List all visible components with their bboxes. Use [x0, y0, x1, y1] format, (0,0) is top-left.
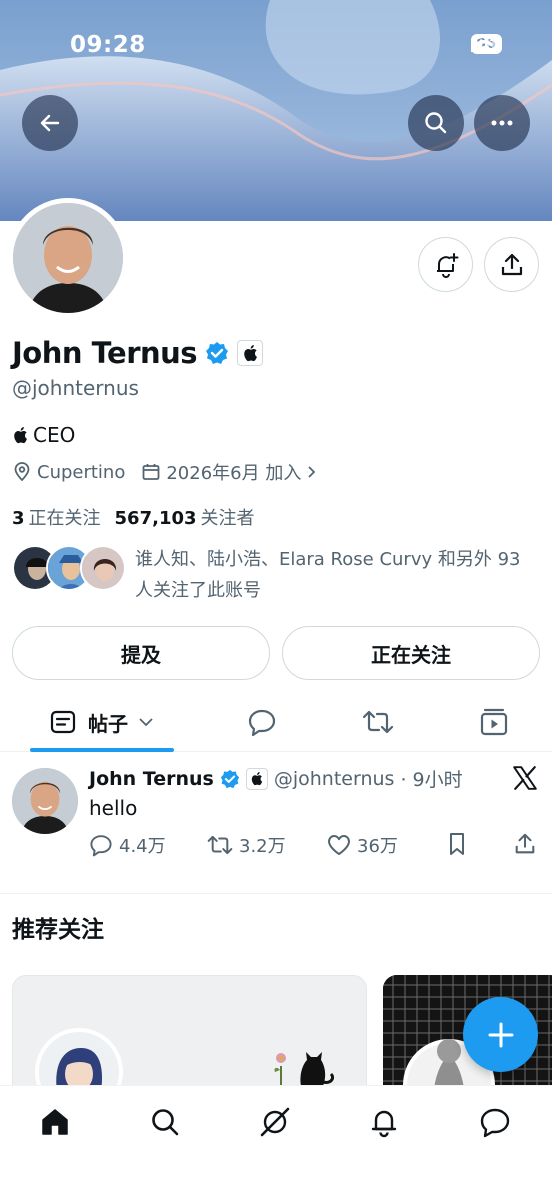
post-time: · 9小时 [400, 769, 463, 791]
search-icon [425, 112, 447, 134]
post-actions: 4.4万 3.2万 36万 [89, 832, 539, 860]
joined-item[interactable]: 2026年6月 加入 [141, 459, 318, 485]
bottom-navigation [0, 1085, 552, 1200]
bookmark-icon [450, 833, 464, 855]
profile-avatar[interactable] [8, 198, 128, 318]
follow-stats: 3 正在关注 567,103 关注者 [12, 504, 255, 530]
tab-posts[interactable]: 帖子 [30, 692, 174, 752]
heart-icon [328, 835, 350, 855]
followers-stat[interactable]: 567,103 关注者 [115, 504, 255, 530]
bio-text: CEO [33, 423, 76, 447]
search-icon [152, 1109, 179, 1136]
profile-tabs: 帖子 [0, 692, 552, 752]
profile-name: John Ternus [12, 336, 198, 370]
known-followers-text[interactable]: 谁人知、陆小浩、Elara Rose Curvy 和另外 93 人关注了此账号 [135, 544, 535, 606]
x-logo [512, 765, 538, 795]
location-text: Cupertino [37, 461, 126, 483]
affiliation-badge [245, 767, 268, 790]
share-post-action[interactable] [513, 832, 537, 856]
known-followers-avatars[interactable] [12, 545, 126, 591]
share-profile-button[interactable] [484, 237, 539, 292]
recommended-title: 推荐关注 [12, 917, 104, 943]
cat-flower-illustration [274, 1052, 335, 1086]
nav-home[interactable] [35, 1102, 75, 1142]
video-icon [480, 708, 508, 736]
share-icon [501, 253, 522, 275]
profile-meta: Cupertino 2026年6月 加入 [12, 459, 334, 485]
repost-count: 3.2万 [239, 836, 286, 857]
profile-bio: CEO [12, 423, 75, 447]
verified-badge-icon[interactable] [205, 341, 229, 365]
compose-button[interactable] [463, 997, 538, 1072]
reply-count: 4.4万 [119, 836, 166, 857]
message-icon [480, 1108, 510, 1138]
followers-label: 关注者 [200, 508, 255, 529]
bookmark-action[interactable] [447, 832, 467, 856]
repost-icon [362, 710, 394, 734]
home-icon [42, 1109, 68, 1135]
reply-bubble-icon [248, 709, 276, 736]
bell-plus-icon [436, 252, 458, 278]
search-button[interactable] [408, 95, 464, 151]
joined-text: 2026年6月 加入 [166, 463, 302, 484]
post-author-name[interactable]: John Ternus [89, 768, 214, 790]
post-author-avatar[interactable] [12, 768, 78, 834]
more-horizontal-icon [491, 120, 513, 126]
post-header: John Ternus @johnternus · 9小时 [89, 765, 463, 792]
nav-search[interactable] [145, 1102, 185, 1142]
apple-logo-icon [252, 772, 263, 786]
reply-action[interactable]: 4.4万 [89, 832, 166, 858]
location-pin-icon [14, 462, 30, 482]
active-tab-indicator [30, 748, 174, 752]
wifi-icon [471, 34, 497, 52]
repost-icon [207, 835, 233, 855]
verified-badge-icon [220, 769, 240, 788]
tab-replies[interactable] [232, 692, 292, 752]
share-icon [515, 833, 535, 854]
reply-icon [90, 835, 112, 857]
profile-banner: 09:28 96 [0, 0, 552, 221]
section-divider [0, 893, 552, 894]
status-icons: 96 [470, 34, 502, 54]
like-count: 36万 [357, 836, 398, 857]
nav-grok[interactable] [255, 1102, 295, 1142]
following-count: 3 [12, 508, 25, 529]
location-item: Cupertino [12, 462, 125, 483]
plus-icon [488, 1022, 513, 1047]
nav-notifications[interactable] [364, 1102, 404, 1142]
mention-button[interactable]: 提及 [12, 626, 270, 680]
like-action[interactable]: 36万 [327, 832, 398, 858]
apple-logo-icon [14, 427, 27, 444]
avatar-image [12, 768, 78, 834]
post-text: hello [89, 796, 138, 820]
profile-handle: @johnternus [12, 376, 139, 400]
nav-messages[interactable] [475, 1102, 515, 1142]
tab-reposts[interactable] [348, 692, 408, 752]
following-stat[interactable]: 3 正在关注 [12, 504, 101, 530]
avatar-image [13, 203, 123, 313]
x-logo-icon [513, 766, 537, 790]
profile-name-row: John Ternus [12, 336, 264, 370]
bell-icon [371, 1110, 397, 1138]
calendar-icon [142, 464, 160, 480]
back-button[interactable] [22, 95, 78, 151]
avatar [80, 545, 126, 591]
chevron-right-icon [308, 466, 316, 478]
tab-posts-label: 帖子 [88, 711, 128, 736]
chevron-down-icon [139, 718, 153, 727]
apple-logo-icon [244, 345, 258, 362]
status-time: 09:28 [70, 32, 146, 58]
grok-icon [260, 1107, 290, 1137]
notify-button[interactable] [418, 237, 473, 292]
tab-media[interactable] [464, 692, 524, 752]
post-author-handle: @johnternus [273, 767, 395, 790]
followers-count: 567,103 [114, 508, 197, 529]
more-button[interactable] [474, 95, 530, 151]
affiliation-badge[interactable] [237, 340, 264, 366]
repost-action[interactable]: 3.2万 [207, 832, 286, 858]
following-button[interactable]: 正在关注 [282, 626, 540, 680]
following-label: 正在关注 [28, 508, 101, 529]
arrow-left-icon [40, 114, 60, 132]
posts-icon [50, 710, 76, 734]
